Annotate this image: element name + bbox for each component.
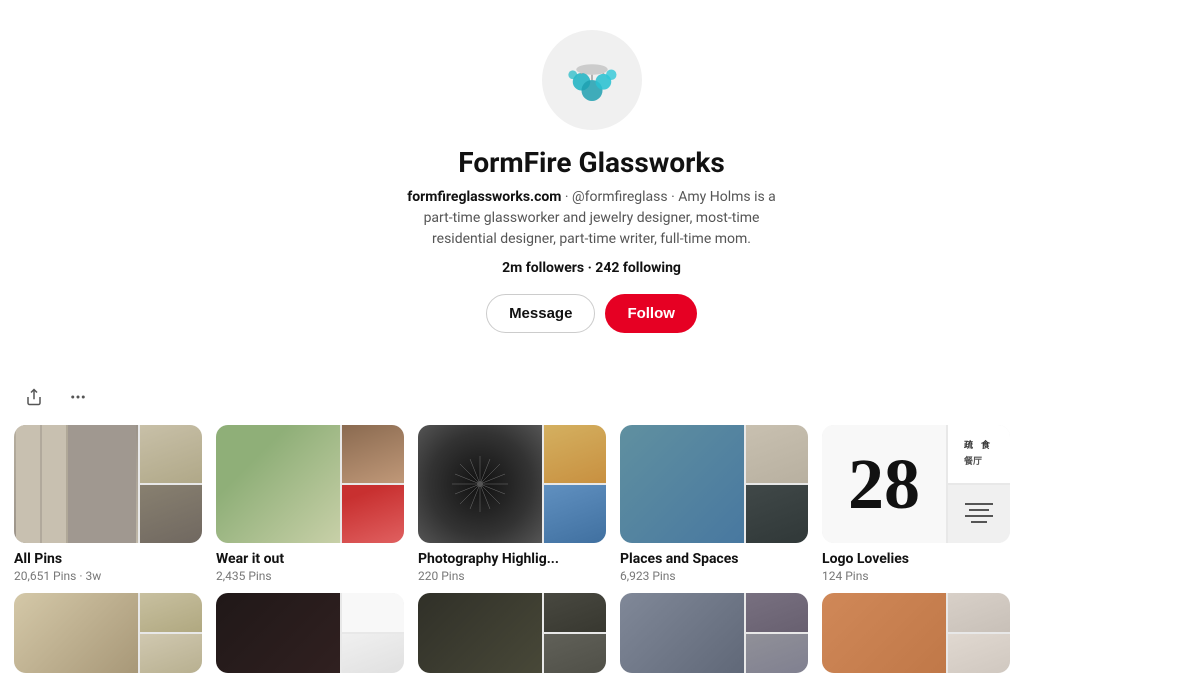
board-card-places-spaces[interactable]: Places and Spaces 6,923 Pins	[620, 425, 808, 583]
board-meta-places-spaces: 6,923 Pins	[620, 569, 808, 583]
board-sub-img-r2-2-top	[342, 593, 404, 632]
board-sub-img-r2-3-top	[544, 593, 606, 632]
board-main-img-places	[620, 425, 744, 543]
board-sub-img-r2-4-bottom	[746, 634, 808, 673]
board-main-img-r2-5	[822, 593, 946, 673]
follow-button[interactable]: Follow	[605, 294, 697, 333]
board-images-places-spaces	[620, 425, 808, 543]
boards-grid-row2	[0, 583, 1183, 673]
board-sub-img-r2-2-bottom	[342, 634, 404, 673]
board-images-logo-lovelies: 28 疏 食 餐厅	[822, 425, 1010, 543]
board-title-photography: Photography Highlig...	[418, 551, 606, 567]
message-button[interactable]: Message	[486, 294, 595, 333]
board-sub-img-r2-5-bottom	[948, 634, 1010, 673]
board-sub-img-fashion-bottom	[342, 485, 404, 543]
board-images-row2-2	[216, 593, 404, 673]
board-card-wear-it-out[interactable]: Wear it out 2,435 Pins	[216, 425, 404, 583]
board-card-photography[interactable]: Photography Highlig... 220 Pins	[418, 425, 606, 583]
board-sub-img-logo-bottom	[948, 485, 1010, 543]
profile-header: FormFire Glassworks formfireglassworks.c…	[0, 0, 1183, 373]
board-meta-logo-lovelies: 124 Pins	[822, 569, 1010, 583]
board-card-row2-4[interactable]	[620, 593, 808, 673]
svg-text:疏: 疏	[964, 439, 973, 450]
board-card-row2-2[interactable]	[216, 593, 404, 673]
board-sub-img-r2-5-top	[948, 593, 1010, 632]
toolbar	[0, 373, 1183, 425]
boards-grid: All Pins 20,651 Pins · 3w Wear it out 2,…	[0, 425, 1183, 583]
board-main-img-all-pins	[14, 425, 138, 543]
board-images-photography	[418, 425, 606, 543]
handle: · @formfireglass ·	[565, 189, 678, 205]
board-card-all-pins[interactable]: All Pins 20,651 Pins · 3w	[14, 425, 202, 583]
more-icon	[69, 388, 87, 406]
svg-text:餐厅: 餐厅	[963, 455, 982, 466]
board-sub-img-photo-bottom	[544, 485, 606, 543]
board-main-img-r2-4	[620, 593, 744, 673]
followers-count[interactable]: 2m followers	[502, 260, 584, 276]
board-meta-photography: 220 Pins	[418, 569, 606, 583]
board-card-row2-5[interactable]	[822, 593, 1010, 673]
board-images-row2-1	[14, 593, 202, 673]
board-images-row2-3	[418, 593, 606, 673]
board-images-row2-5	[822, 593, 1010, 673]
board-sub-img-r2-1-top	[140, 593, 202, 632]
board-meta-all-pins: 20,651 Pins · 3w	[14, 569, 202, 583]
board-title-all-pins: All Pins	[14, 551, 202, 567]
board-sub-img-places-bottom	[746, 485, 808, 543]
profile-stats: 2m followers · 242 following	[502, 260, 681, 276]
board-main-img-logo: 28	[822, 425, 946, 543]
profile-bio: formfireglassworks.com · @formfireglass …	[402, 187, 782, 250]
board-sub-img-r2-4-top	[746, 593, 808, 632]
website-link[interactable]: formfireglassworks.com	[407, 189, 561, 205]
board-sub-img-r2-3-bottom	[544, 634, 606, 673]
board-images-row2-4	[620, 593, 808, 673]
profile-name: FormFire Glassworks	[458, 146, 724, 179]
board-sub-img-logo-top: 疏 食 餐厅	[948, 425, 1010, 483]
board-sub-img-photo-top	[544, 425, 606, 483]
more-options-button[interactable]	[60, 379, 96, 415]
board-sub-img-places-top	[746, 425, 808, 483]
following-count[interactable]: 242 following	[595, 260, 681, 276]
board-sub-img-fashion-top	[342, 425, 404, 483]
profile-actions: Message Follow	[486, 294, 697, 333]
board-card-logo-lovelies[interactable]: 28 疏 食 餐厅 Logo Lovelies 124 Pins	[822, 425, 1010, 583]
board-main-img-r2-3	[418, 593, 542, 673]
avatar-image	[557, 45, 627, 115]
share-icon	[25, 388, 43, 406]
board-sub-img-r2-1-bottom	[140, 634, 202, 673]
board-title-places-spaces: Places and Spaces	[620, 551, 808, 567]
board-title-wear-it-out: Wear it out	[216, 551, 404, 567]
board-images-wear-it-out	[216, 425, 404, 543]
board-meta-wear-it-out: 2,435 Pins	[216, 569, 404, 583]
board-sub-img-bottom	[140, 485, 202, 543]
board-main-img-r2-1	[14, 593, 138, 673]
board-main-img-photography	[418, 425, 542, 543]
board-card-row2-1[interactable]	[14, 593, 202, 673]
board-images-all-pins	[14, 425, 202, 543]
avatar	[542, 30, 642, 130]
share-button[interactable]	[16, 379, 52, 415]
board-title-logo-lovelies: Logo Lovelies	[822, 551, 1010, 567]
board-main-img-fashion	[216, 425, 340, 543]
board-main-img-r2-2	[216, 593, 340, 673]
board-sub-img-top	[140, 425, 202, 483]
svg-text:食: 食	[980, 439, 991, 450]
board-card-row2-3[interactable]	[418, 593, 606, 673]
